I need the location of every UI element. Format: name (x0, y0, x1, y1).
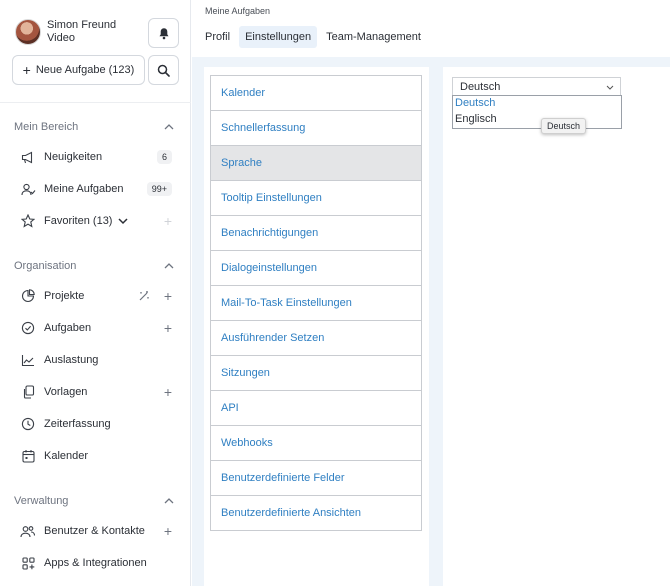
search-icon (157, 64, 170, 77)
sidebar-item-apps-integrationen[interactable]: Apps & Integrationen (20, 554, 172, 572)
sidebar-item-label: Kalender (44, 450, 89, 462)
settings-item-sitzungen[interactable]: Sitzungen (211, 356, 421, 391)
section-organisation[interactable]: Organisation (14, 260, 174, 272)
section-verwaltung[interactable]: Verwaltung (14, 495, 174, 507)
chevron-down-icon (606, 85, 614, 90)
section-title: Organisation (14, 260, 77, 272)
sidebar-item-vorlagen[interactable]: Vorlagen + (20, 383, 172, 401)
megaphone-icon (20, 149, 36, 165)
language-select[interactable]: Deutsch (452, 77, 621, 96)
settings-item-custom-views[interactable]: Benutzerdefinierte Ansichten (211, 496, 421, 531)
sidebar-item-label: Projekte (44, 290, 85, 302)
settings-detail-panel (443, 67, 670, 586)
chevron-up-icon[interactable] (164, 124, 174, 130)
clock-icon (20, 416, 36, 432)
settings-item-api[interactable]: API (211, 391, 421, 426)
add-favorite-icon: + (163, 213, 172, 229)
plus-icon: + (22, 62, 31, 78)
settings-item-schnellerfassung[interactable]: Schnellerfassung (211, 111, 421, 146)
language-dropdown-list: Deutsch Englisch (452, 95, 622, 129)
chevron-down-icon[interactable] (118, 217, 129, 225)
copy-icon (20, 384, 36, 400)
tooltip: Deutsch (541, 118, 587, 134)
user-role: Video (47, 32, 75, 44)
magic-wand-icon[interactable] (138, 290, 150, 302)
settings-item-benachrichtigungen[interactable]: Benachrichtigungen (211, 216, 421, 251)
area-chart-icon (20, 352, 36, 368)
settings-item-kalender[interactable]: Kalender (211, 76, 421, 111)
section-title: Mein Bereich (14, 121, 79, 133)
tab-einstellungen[interactable]: Einstellungen (239, 26, 318, 48)
settings-list: Kalender Schnellerfassung Sprache Toolti… (210, 75, 422, 531)
language-select-value: Deutsch (460, 81, 501, 93)
settings-item-ausfuehrender[interactable]: Ausführender Setzen (211, 321, 421, 356)
settings-item-custom-fields[interactable]: Benutzerdefinierte Felder (211, 461, 421, 496)
sidebar-item-neuigkeiten[interactable]: Neuigkeiten 6 (20, 148, 172, 166)
section-title: Verwaltung (14, 495, 69, 507)
sidebar: Simon Freund Video + Neue Aufgabe (123) … (0, 0, 191, 586)
new-task-label: Neue Aufgabe (123) (35, 64, 135, 76)
bell-icon (158, 27, 170, 40)
new-task-button[interactable]: + Neue Aufgabe (123) (12, 55, 145, 85)
add-template-icon[interactable]: + (164, 384, 172, 400)
settings-item-dialogeinstellungen[interactable]: Dialogeinstellungen (211, 251, 421, 286)
user-check-icon (20, 181, 36, 197)
sidebar-item-auslastung[interactable]: Auslastung (20, 351, 172, 369)
settings-item-tooltip[interactable]: Tooltip Einstellungen (211, 181, 421, 216)
sidebar-item-label: Neuigkeiten (44, 151, 103, 163)
sidebar-item-zeiterfassung[interactable]: Zeiterfassung (20, 415, 172, 433)
sidebar-item-label: Vorlagen (44, 386, 88, 398)
user-name: Simon Freund (47, 19, 117, 31)
chevron-up-icon[interactable] (164, 498, 174, 504)
settings-item-mail-to-task[interactable]: Mail-To-Task Einstellungen (211, 286, 421, 321)
sidebar-item-kalender[interactable]: Kalender (20, 447, 172, 465)
tab-bar: Profil Einstellungen Team-Management (199, 26, 430, 48)
language-option-englisch[interactable]: Englisch (453, 112, 621, 128)
sidebar-item-label: Benutzer & Kontakte (44, 525, 145, 537)
settings-item-webhooks[interactable]: Webhooks (211, 426, 421, 461)
sidebar-item-favoriten[interactable]: Favoriten (13) + (20, 212, 172, 230)
sidebar-item-projekte[interactable]: Projekte + (20, 287, 172, 305)
sidebar-item-label: Meine Aufgaben (44, 183, 124, 195)
section-mein-bereich[interactable]: Mein Bereich (14, 121, 174, 133)
sidebar-item-benutzer-kontakte[interactable]: Benutzer & Kontakte + (20, 522, 172, 540)
notifications-button[interactable] (148, 18, 179, 48)
tab-team-management[interactable]: Team-Management (320, 26, 427, 48)
pie-chart-icon (20, 288, 36, 304)
add-task-icon[interactable]: + (164, 320, 172, 336)
sidebar-item-label: Zeiterfassung (44, 418, 111, 430)
tab-profil[interactable]: Profil (199, 26, 236, 48)
search-button[interactable] (148, 55, 179, 85)
sidebar-item-label: Auslastung (44, 354, 99, 366)
calendar-icon (20, 448, 36, 464)
sidebar-divider (0, 102, 191, 103)
sidebar-item-label: Favoriten (13) (44, 215, 113, 227)
sidebar-item-aufgaben[interactable]: Aufgaben + (20, 319, 172, 337)
chevron-up-icon[interactable] (164, 263, 174, 269)
sidebar-item-label: Apps & Integrationen (44, 557, 147, 569)
breadcrumb[interactable]: Meine Aufgaben (205, 6, 270, 16)
apps-grid-icon (20, 555, 36, 571)
users-icon (20, 523, 36, 539)
add-project-icon[interactable]: + (164, 288, 172, 304)
star-icon (20, 213, 36, 229)
count-badge: 6 (156, 150, 172, 164)
add-user-icon[interactable]: + (164, 523, 172, 539)
sidebar-item-meine-aufgaben[interactable]: Meine Aufgaben 99+ (20, 180, 172, 198)
language-option-deutsch[interactable]: Deutsch (453, 96, 621, 112)
check-circle-icon (20, 320, 36, 336)
avatar[interactable] (15, 19, 41, 45)
sidebar-item-label: Aufgaben (44, 322, 92, 334)
user-profile[interactable]: Simon Freund Video (15, 19, 116, 45)
settings-item-sprache[interactable]: Sprache (211, 146, 421, 181)
count-badge: 99+ (146, 182, 172, 196)
